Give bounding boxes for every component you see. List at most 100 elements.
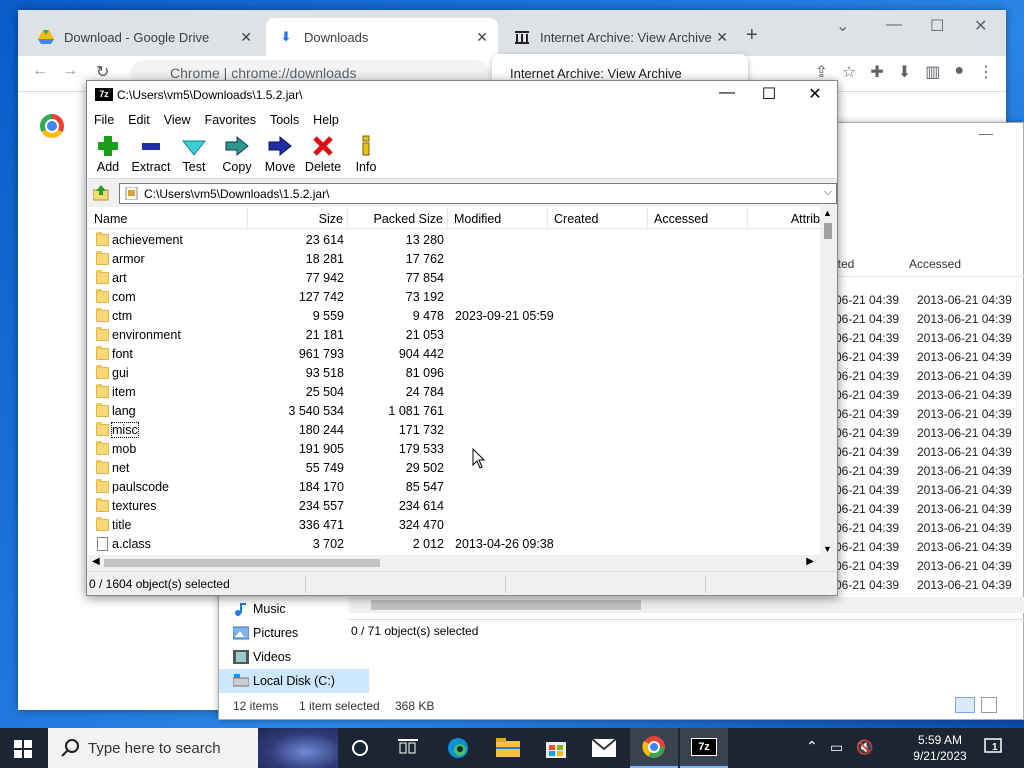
notification-center-icon[interactable]: 1 bbox=[984, 738, 1004, 756]
edge-icon[interactable] bbox=[434, 728, 482, 768]
chevron-down-icon[interactable]: ⌄ bbox=[836, 16, 849, 36]
menu-file[interactable]: File bbox=[87, 109, 121, 131]
minimize-button[interactable]: — bbox=[707, 84, 747, 102]
column-size[interactable]: Size bbox=[248, 207, 348, 229]
mail-icon[interactable] bbox=[580, 728, 628, 768]
nav-item-videos[interactable]: Videos bbox=[219, 645, 369, 669]
list-item[interactable]: achievement 23 614 13 280 bbox=[88, 231, 820, 250]
table-row[interactable]: -06-21 04:39 2013-06-21 04:39 bbox=[831, 331, 1024, 350]
scroll-left-icon[interactable]: ◀ bbox=[92, 556, 100, 567]
side-panel-icon[interactable]: ▥ bbox=[925, 62, 940, 82]
scroll-thumb[interactable] bbox=[104, 559, 380, 567]
nav-item-music[interactable]: Music bbox=[219, 597, 369, 621]
list-item[interactable]: textures 234 557 234 614 bbox=[88, 497, 820, 516]
new-tab-button[interactable]: + bbox=[746, 24, 758, 47]
move-button[interactable]: Move bbox=[258, 135, 302, 174]
menu-tools[interactable]: Tools bbox=[263, 109, 306, 131]
column-attrib[interactable]: Attrib bbox=[748, 207, 820, 229]
windows-start-icon[interactable] bbox=[14, 740, 32, 758]
star-icon[interactable]: ☆ bbox=[842, 62, 856, 82]
chevron-up-icon[interactable]: ⌃ bbox=[806, 738, 818, 755]
table-row[interactable]: -06-21 04:39 2013-06-21 04:39 bbox=[831, 464, 1024, 483]
scroll-down-icon[interactable]: ▼ bbox=[823, 544, 832, 554]
system-clock[interactable]: 5:59 AM 9/21/2023 bbox=[910, 732, 970, 764]
list-item[interactable]: armor 18 281 17 762 bbox=[88, 250, 820, 269]
cortana-icon[interactable] bbox=[336, 728, 384, 768]
column-accessed[interactable]: Accessed bbox=[909, 257, 961, 271]
network-icon[interactable]: ▭ bbox=[830, 739, 843, 756]
table-row[interactable]: -06-21 04:39 2013-06-21 04:39 bbox=[831, 521, 1024, 540]
vertical-scrollbar[interactable]: ▲ ▼ bbox=[820, 207, 836, 555]
table-row[interactable]: -06-21 04:39 2013-06-21 04:39 bbox=[831, 445, 1024, 464]
table-row[interactable]: -06-21 04:39 2013-06-21 04:39 bbox=[831, 388, 1024, 407]
table-row[interactable]: -06-21 04:39 2013-06-21 04:39 bbox=[831, 312, 1024, 331]
test-button[interactable]: Test bbox=[172, 135, 216, 174]
list-item[interactable]: font 961 793 904 442 bbox=[88, 345, 820, 364]
column-accessed[interactable]: Accessed bbox=[648, 207, 748, 229]
menu-edit[interactable]: Edit bbox=[121, 109, 157, 131]
menu-icon[interactable]: ⋮ bbox=[978, 62, 994, 82]
scroll-right-icon[interactable]: ▶ bbox=[806, 556, 814, 567]
menu-favorites[interactable]: Favorites bbox=[198, 109, 263, 131]
table-row[interactable]: -06-21 04:39 2013-06-21 04:39 bbox=[831, 540, 1024, 559]
table-row[interactable]: -06-21 04:39 2013-06-21 04:39 bbox=[831, 350, 1024, 369]
close-button[interactable]: ✕ bbox=[974, 16, 987, 36]
list-item[interactable]: mob 191 905 179 533 bbox=[88, 440, 820, 459]
list-item[interactable]: environment 21 181 21 053 bbox=[88, 326, 820, 345]
list-item[interactable]: ctm 9 559 9 478 2023-09-21 05:59 bbox=[88, 307, 820, 326]
extract-button[interactable]: Extract bbox=[129, 135, 173, 174]
extensions-icon[interactable]: ✚ bbox=[870, 62, 883, 82]
close-button[interactable]: ✕ bbox=[795, 84, 835, 104]
back-icon[interactable]: ← bbox=[32, 62, 48, 80]
menu-help[interactable]: Help bbox=[306, 109, 346, 131]
list-item[interactable]: net 55 749 29 502 bbox=[88, 459, 820, 478]
table-row[interactable]: -06-21 04:39 2013-06-21 04:39 bbox=[831, 407, 1024, 426]
close-tab-icon[interactable]: ✕ bbox=[240, 29, 252, 46]
minimize-button[interactable]: — bbox=[979, 125, 993, 141]
scroll-thumb[interactable] bbox=[824, 223, 832, 239]
volume-muted-icon[interactable]: 🔇 bbox=[856, 739, 873, 756]
profile-icon[interactable]: ● bbox=[954, 62, 964, 82]
list-item[interactable]: a.class 3 702 2 012 2013-04-26 09:38 bbox=[88, 535, 820, 554]
list-item[interactable]: item 25 504 24 784 bbox=[88, 383, 820, 402]
column-modified[interactable]: Modified bbox=[448, 207, 548, 229]
table-row[interactable]: -06-21 04:39 2013-06-21 04:39 bbox=[831, 369, 1024, 388]
task-view-icon[interactable] bbox=[384, 728, 432, 768]
chevron-down-icon[interactable]: ⌵ bbox=[824, 186, 832, 199]
tab-internet-archive[interactable]: Internet Archive: View Archive ✕ bbox=[502, 18, 738, 56]
share-icon[interactable]: ⇪ bbox=[815, 62, 828, 82]
add-button[interactable]: Add bbox=[86, 135, 130, 174]
nav-item-local-disk[interactable]: Local Disk (C:) bbox=[219, 669, 369, 693]
store-icon[interactable] bbox=[532, 728, 580, 768]
close-tab-icon[interactable]: ✕ bbox=[716, 29, 728, 46]
details-view-icon[interactable] bbox=[955, 697, 975, 713]
table-row[interactable]: -06-21 04:39 2013-06-21 04:39 bbox=[831, 502, 1024, 521]
nav-item-pictures[interactable]: Pictures bbox=[219, 621, 369, 645]
maximize-button[interactable]: ☐ bbox=[749, 84, 789, 104]
chrome-taskbar-icon[interactable] bbox=[630, 728, 678, 768]
table-row[interactable]: -06-21 04:39 2013-06-21 04:39 bbox=[831, 293, 1024, 312]
close-tab-icon[interactable]: ✕ bbox=[476, 29, 488, 46]
minimize-button[interactable]: — bbox=[886, 16, 902, 34]
list-item[interactable]: lang 3 540 534 1 081 761 bbox=[88, 402, 820, 421]
table-row[interactable]: -06-21 04:39 2013-06-21 04:39 bbox=[831, 483, 1024, 502]
list-item[interactable]: gui 93 518 81 096 bbox=[88, 364, 820, 383]
table-row[interactable]: -06-21 04:39 2013-06-21 04:39 bbox=[831, 559, 1024, 578]
list-item[interactable]: art 77 942 77 854 bbox=[88, 269, 820, 288]
menu-view[interactable]: View bbox=[157, 109, 198, 131]
list-item[interactable]: title 336 471 324 470 bbox=[88, 516, 820, 535]
list-item[interactable]: misc 180 244 171 732 bbox=[88, 421, 820, 440]
file-explorer-icon[interactable] bbox=[484, 728, 532, 768]
tab-downloads[interactable]: ⬇ Downloads ✕ bbox=[266, 18, 498, 56]
list-item[interactable]: paulscode 184 170 85 547 bbox=[88, 478, 820, 497]
up-folder-icon[interactable] bbox=[93, 185, 109, 201]
copy-button[interactable]: Copy bbox=[215, 135, 259, 174]
taskbar-search-box[interactable]: Type here to search bbox=[48, 728, 338, 768]
downloads-icon[interactable]: ⬇ bbox=[898, 62, 911, 82]
table-row[interactable]: -06-21 04:39 2013-06-21 04:39 bbox=[831, 578, 1024, 597]
column-packed-size[interactable]: Packed Size bbox=[348, 207, 448, 229]
horizontal-scrollbar[interactable] bbox=[349, 597, 1024, 613]
horizontal-scrollbar[interactable]: ◀ ▶ bbox=[88, 555, 836, 571]
list-item[interactable]: com 127 742 73 192 bbox=[88, 288, 820, 307]
large-icons-view-icon[interactable] bbox=[981, 697, 997, 713]
